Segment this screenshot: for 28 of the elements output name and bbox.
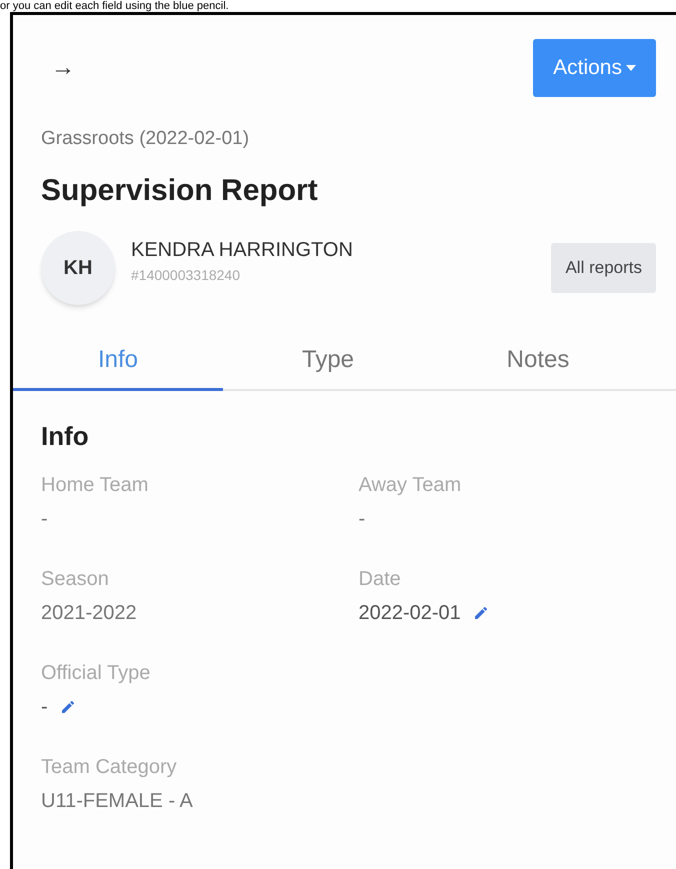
actions-button[interactable]: Actions <box>533 39 656 97</box>
caret-icon <box>626 65 636 71</box>
avatar-initials: KH <box>41 230 115 304</box>
all-reports-button[interactable]: All reports <box>551 242 656 292</box>
pencil-icon[interactable] <box>60 698 76 714</box>
field-label: Team Category <box>41 754 178 780</box>
field-value: - <box>41 694 48 720</box>
tab[interactable]: Type <box>223 332 433 390</box>
tab[interactable]: Notes <box>433 332 643 390</box>
field-value: 2022-02-01 <box>358 600 461 626</box>
field-value: - <box>358 506 366 532</box>
report-subtitle: Grassroots (2022-02-01) <box>40 127 250 151</box>
report-title: Supervision Report <box>40 172 319 208</box>
field-label: Away Team <box>358 472 462 498</box>
field-label: Official Type <box>41 660 152 686</box>
field-value: 2021-2022 <box>41 600 137 626</box>
field-value: U11-FEMALE - A <box>41 788 193 814</box>
caption-text: or you can edit each field using the blue pencil. <box>0 0 230 12</box>
field-label: Season <box>41 566 110 592</box>
section-title: Info <box>40 420 90 452</box>
person-id: #1400003318240 <box>131 266 242 285</box>
person-name: KENDRA HARRINGTON <box>131 238 353 263</box>
field-value: - <box>41 506 48 532</box>
pencil-icon[interactable] <box>472 604 489 620</box>
field-label: Home Team <box>41 472 150 498</box>
tab[interactable]: Info <box>13 332 223 390</box>
field-label: Date <box>358 566 402 592</box>
arrow-right-icon[interactable]: → <box>51 50 75 86</box>
